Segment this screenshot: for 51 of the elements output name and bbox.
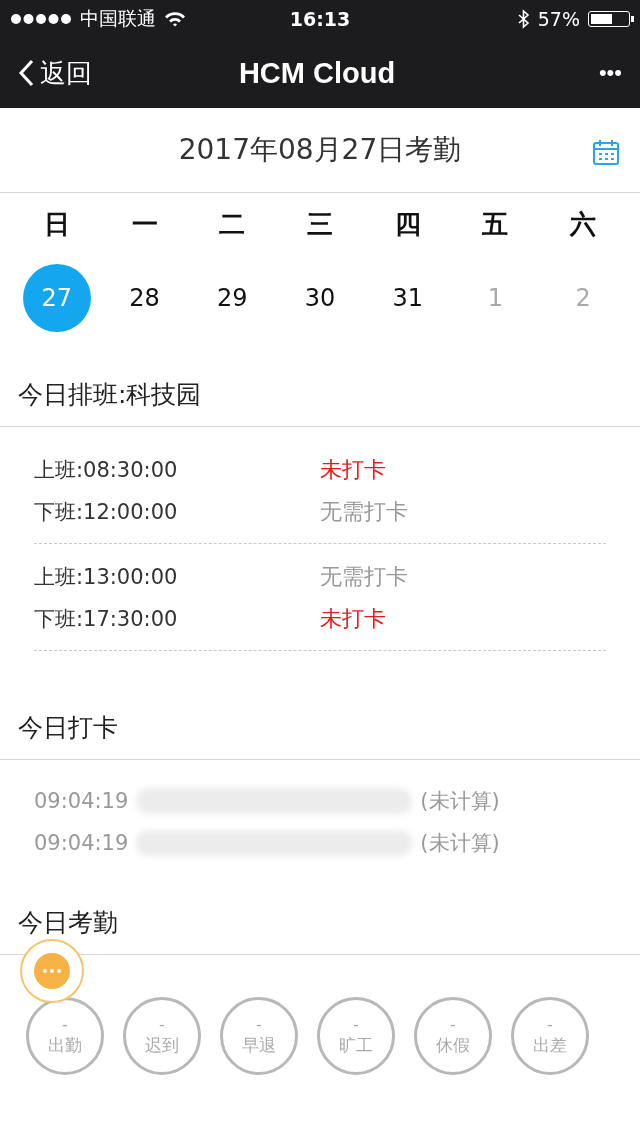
signal-icon (10, 13, 72, 25)
back-button[interactable]: 返回 (18, 55, 92, 91)
more-button[interactable]: ••• (542, 60, 622, 86)
calendar-icon[interactable] (592, 138, 620, 166)
stat-label: 早退 (242, 1033, 276, 1057)
punch-status: 无需打卡 (320, 563, 408, 591)
punch-note: (未计算) (420, 830, 500, 857)
shift-time: 下班:12:00:00 (34, 499, 179, 526)
weekday-label: 六 (568, 208, 598, 241)
punch-status: 未打卡 (320, 605, 386, 633)
punch-status: 无需打卡 (320, 498, 408, 526)
stat-value: - (547, 1015, 553, 1034)
weekday-label: 四 (393, 208, 422, 241)
stat-label: 出差 (533, 1033, 567, 1057)
stat-value: - (159, 1015, 165, 1034)
bluetooth-icon (517, 9, 530, 29)
calendar-day[interactable]: 29 (198, 264, 267, 332)
shift-time: 下班:17:30:00 (34, 606, 179, 633)
punch-status: 未打卡 (320, 456, 386, 484)
shift-time: 上班:13:00:00 (34, 564, 179, 591)
more-button[interactable] (20, 939, 84, 1003)
stat-value: - (62, 1015, 68, 1034)
section-heading: 今日打卡 (0, 695, 640, 760)
punch-time: 09:04:19 (34, 789, 129, 813)
calendar-day[interactable]: 28 (110, 264, 179, 332)
weekday-label: 一 (130, 208, 159, 241)
calendar-day[interactable]: 30 (286, 264, 354, 332)
weekday-label: 日 (42, 208, 71, 241)
wifi-icon (164, 11, 186, 27)
chevron-left-icon (18, 59, 34, 87)
stat-label: 迟到 (145, 1033, 179, 1057)
carrier-name: 中国联通 (80, 6, 156, 31)
page-title: HCM Cloud (238, 56, 396, 90)
battery-percent: 57% (537, 8, 580, 30)
stat-value: - (450, 1015, 456, 1034)
more-icon (34, 953, 70, 989)
weekday-label: 三 (306, 208, 334, 241)
stat-label: 休假 (436, 1033, 470, 1057)
punch-note: (未计算) (420, 788, 500, 815)
weekday-label: 五 (481, 208, 510, 241)
calendar-day[interactable]: 31 (373, 264, 442, 332)
date-title: 2017年08月27日考勤 (178, 132, 462, 168)
stat-label: 出勤 (48, 1033, 82, 1057)
section-heading: 今日排班:科技园 (0, 362, 640, 427)
stat-value: - (353, 1015, 359, 1034)
clock-time: 16:13 (289, 8, 351, 30)
stat-value: - (256, 1015, 262, 1034)
punch-time: 09:04:19 (34, 831, 129, 855)
weekday-label: 二 (218, 208, 247, 241)
stat-label: 旷工 (339, 1033, 373, 1057)
shift-time: 上班:08:30:00 (34, 457, 179, 484)
